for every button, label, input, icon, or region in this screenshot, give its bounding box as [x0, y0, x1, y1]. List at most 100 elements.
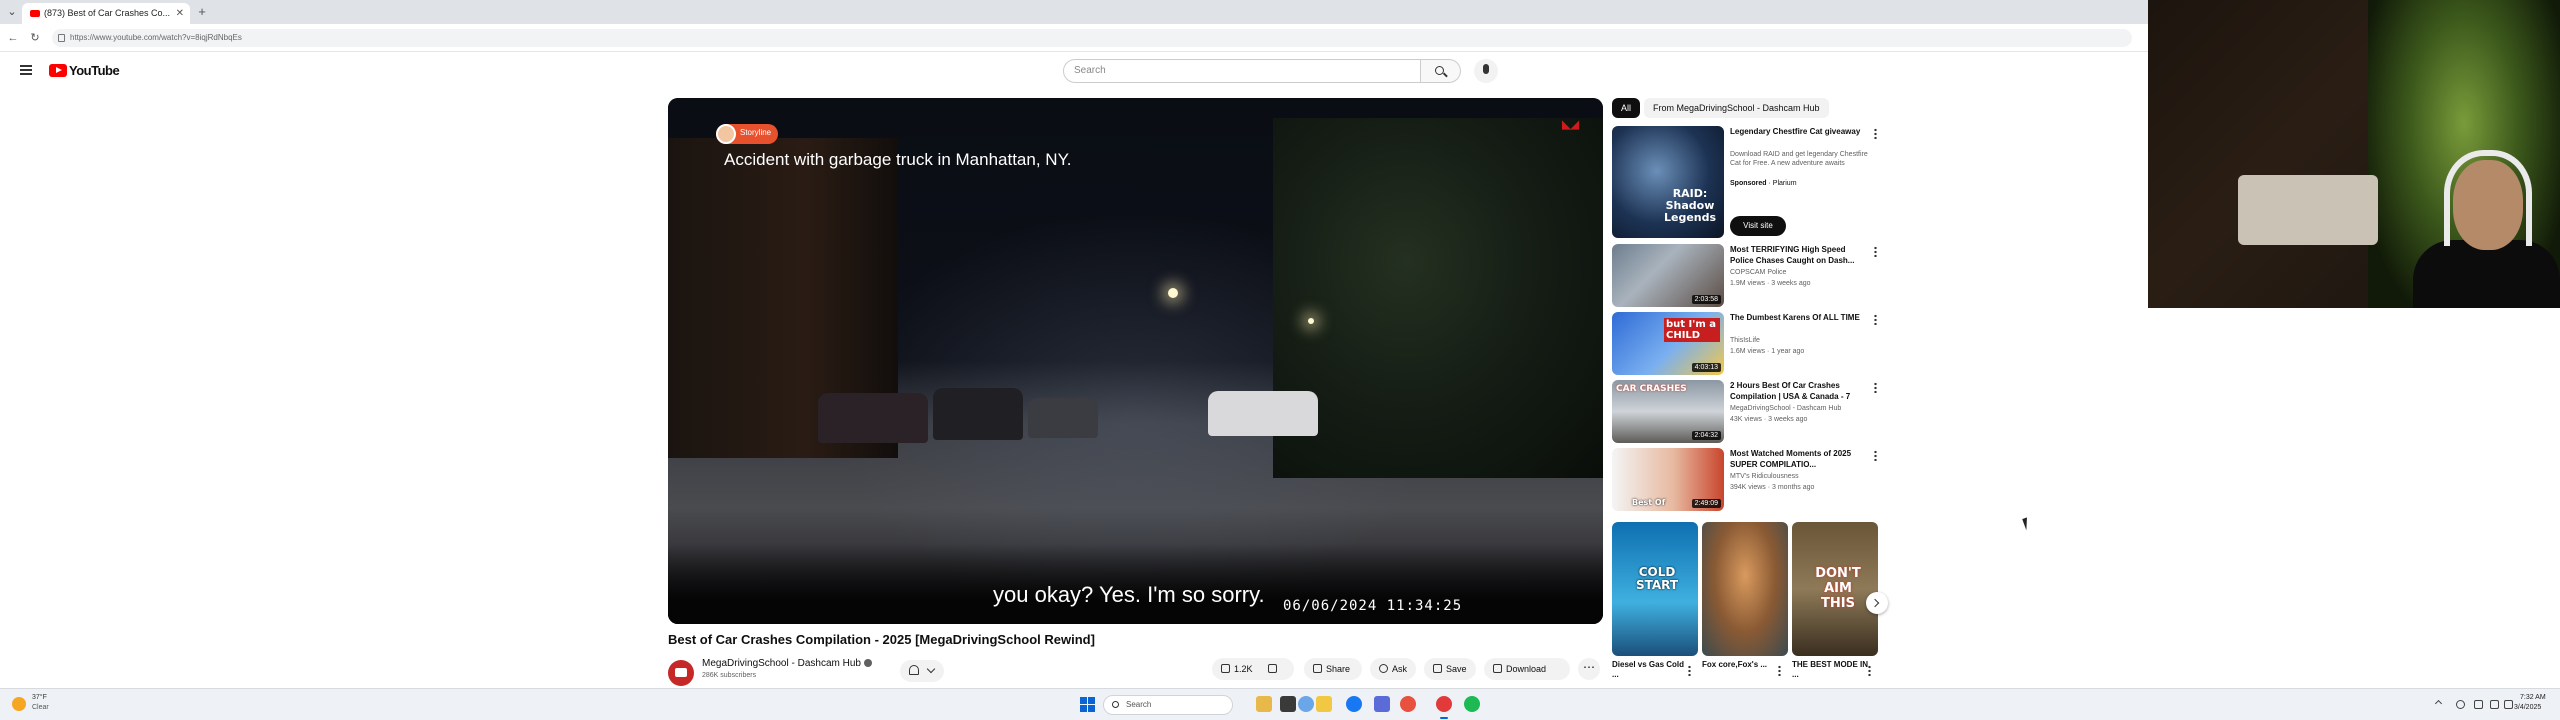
video-item-channel[interactable]: ThisIsLife [1730, 337, 1760, 344]
video-item-title[interactable]: Most Watched Moments of 2025 SUPER COMPI… [1730, 448, 1870, 470]
ask-label: Ask [1392, 664, 1408, 674]
badge-avatar [716, 124, 736, 144]
video-thumbnail[interactable]: 2:03:58 [1612, 244, 1724, 307]
shorts-title[interactable]: Diesel vs Gas Cold ... [1612, 660, 1688, 682]
sponsored-label: Sponsored [1730, 180, 1767, 187]
list-item[interactable]: but I'm a CHILD 4:03:13 The Dumbest Kare… [1612, 312, 1882, 378]
shorts-title[interactable]: Fox core,Fox's ... [1702, 660, 1778, 682]
taskbar-search[interactable]: Search [1103, 695, 1233, 715]
clock-date[interactable]: 3/4/2025 [2514, 704, 2541, 711]
list-item[interactable]: CAR CRASHES 2:04:32 2 Hours Best Of Car … [1612, 380, 1882, 446]
dislike-button[interactable] [1268, 658, 1281, 680]
task-view-icon[interactable] [1256, 696, 1272, 712]
video-car [818, 393, 928, 443]
video-item-channel[interactable]: MTV's Ridiculousness [1730, 473, 1799, 480]
browser-tab-bar: ⌄ (873) Best of Car Crashes Co... ✕ + [0, 0, 2148, 24]
like-count: 1.2K [1234, 664, 1253, 674]
video-thumbnail[interactable]: CAR CRASHES 2:04:32 [1612, 380, 1724, 443]
mouse-cursor-icon [2022, 515, 2036, 531]
item-menu-icon[interactable] [1874, 246, 1877, 257]
file-explorer-icon[interactable] [1316, 696, 1332, 712]
reload-icon[interactable]: ↻ [28, 31, 42, 45]
item-menu-icon[interactable] [1874, 314, 1877, 325]
download-button[interactable]: Download [1484, 658, 1570, 680]
brave-app-icon[interactable] [1436, 696, 1452, 712]
tray-app-icon[interactable] [2456, 700, 2465, 709]
shorts-card[interactable] [1702, 522, 1788, 656]
download-label: Download [1506, 664, 1547, 674]
weather-temperature[interactable]: 37°F [32, 694, 47, 701]
shorts-next-icon[interactable] [1866, 592, 1888, 614]
tab-list-chevron-icon[interactable]: ⌄ [4, 4, 20, 20]
visit-site-button[interactable]: Visit site [1730, 216, 1786, 236]
channel-name[interactable]: MegaDrivingSchool - Dashcam Hub [702, 658, 861, 669]
shorts-title[interactable]: THE BEST MODE IN ... [1792, 660, 1868, 682]
store-app-icon[interactable] [1374, 696, 1390, 712]
video-player[interactable]: Storyline Accident with garbage truck in… [668, 98, 1603, 624]
browser-tab-active[interactable]: (873) Best of Car Crashes Co... ✕ [22, 3, 190, 24]
video-car [933, 388, 1023, 440]
hamburger-menu-icon[interactable] [20, 65, 32, 75]
url-field[interactable]: https://www.youtube.com/watch?v=8iqjRdNb… [52, 29, 2132, 47]
volume-icon[interactable] [2490, 700, 2499, 709]
video-item-title[interactable]: The Dumbest Karens Of ALL TIME [1730, 312, 1870, 334]
list-item[interactable]: 2:03:58 Most TERRIFYING High Speed Polic… [1612, 244, 1882, 310]
network-icon[interactable] [2474, 700, 2483, 709]
edge-app-icon[interactable] [1346, 696, 1362, 712]
share-label: Share [1326, 664, 1351, 674]
chrome-app-icon[interactable] [1298, 696, 1314, 712]
list-item[interactable]: Best Of 2:49:09 Most Watched Moments of … [1612, 448, 1882, 514]
channel-avatar[interactable] [668, 660, 694, 686]
weather-condition[interactable]: Clear [32, 704, 49, 711]
ask-button[interactable]: Ask [1370, 658, 1416, 680]
video-item-channel[interactable]: MegaDrivingSchool - Dashcam Hub [1730, 405, 1841, 412]
windows-start-icon[interactable] [1080, 697, 1095, 712]
search-input[interactable]: Search [1063, 59, 1421, 83]
weather-sun-icon[interactable] [12, 697, 26, 711]
obs-app-icon[interactable] [1400, 696, 1416, 712]
more-actions-icon[interactable]: ⋯ [1578, 658, 1600, 680]
ad-menu-icon[interactable] [1874, 128, 1877, 139]
shorts-card[interactable]: DON'T AIM THIS [1792, 522, 1878, 656]
shorts-menu-icon[interactable] [1688, 665, 1691, 676]
share-button[interactable]: Share [1304, 658, 1362, 680]
screen: ⌄ (873) Best of Car Crashes Co... ✕ + ← … [0, 0, 2560, 720]
new-tab-plus-icon[interactable]: + [194, 4, 210, 20]
shorts-menu-icon[interactable] [1778, 665, 1781, 676]
like-button[interactable]: 1.2K [1212, 664, 1253, 674]
ad-sponsored-row: Sponsored · Plarium [1730, 180, 1797, 187]
item-menu-icon[interactable] [1874, 382, 1877, 393]
video-item-title[interactable]: Most TERRIFYING High Speed Police Chases… [1730, 244, 1870, 266]
back-arrow-icon[interactable]: ← [6, 31, 20, 45]
voice-search-button[interactable] [1474, 59, 1498, 83]
duration-badge: 2:04:32 [1691, 431, 1721, 440]
video-item-channel[interactable]: COPSCAM Police [1730, 269, 1786, 276]
terminal-app-icon[interactable] [1280, 696, 1296, 712]
chip-from-channel[interactable]: From MegaDrivingSchool - Dashcam Hub [1644, 98, 1829, 118]
video-item-meta: 1.9M views · 3 weeks ago [1730, 280, 1811, 287]
save-button[interactable]: Save [1424, 658, 1476, 680]
url-text: https://www.youtube.com/watch?v=8iqjRdNb… [70, 33, 242, 42]
youtube-logo-icon[interactable] [49, 64, 67, 77]
video-trees [1273, 118, 1603, 478]
channel-name-row[interactable]: MegaDrivingSchool - Dashcam Hub [702, 658, 872, 669]
shorts-menu-icon[interactable] [1868, 665, 1871, 676]
ad-thumbnail[interactable]: RAID: Shadow Legends [1612, 126, 1724, 238]
clock-time[interactable]: 7:32 AM [2520, 694, 2546, 701]
item-menu-icon[interactable] [1874, 450, 1877, 461]
video-item-title[interactable]: 2 Hours Best Of Car Crashes Compilation … [1730, 380, 1870, 402]
duration-badge: 2:49:09 [1691, 499, 1721, 508]
search-button[interactable] [1421, 59, 1461, 83]
ad-title[interactable]: Legendary Chestfire Cat giveaway [1730, 126, 1870, 148]
chip-all[interactable]: All [1612, 98, 1641, 118]
notifications-button[interactable] [900, 660, 944, 682]
tray-overflow-chevron-icon[interactable] [2434, 699, 2443, 708]
search-icon [1435, 66, 1444, 75]
video-thumbnail[interactable]: but I'm a CHILD 4:03:13 [1612, 312, 1724, 375]
tab-close-icon[interactable]: ✕ [176, 3, 184, 24]
video-thumbnail[interactable]: Best Of 2:49:09 [1612, 448, 1724, 511]
shorts-card[interactable]: COLD START [1612, 522, 1698, 656]
youtube-wordmark[interactable]: YouTube [69, 63, 120, 78]
battery-icon[interactable] [2504, 700, 2513, 709]
spotify-app-icon[interactable] [1464, 696, 1480, 712]
